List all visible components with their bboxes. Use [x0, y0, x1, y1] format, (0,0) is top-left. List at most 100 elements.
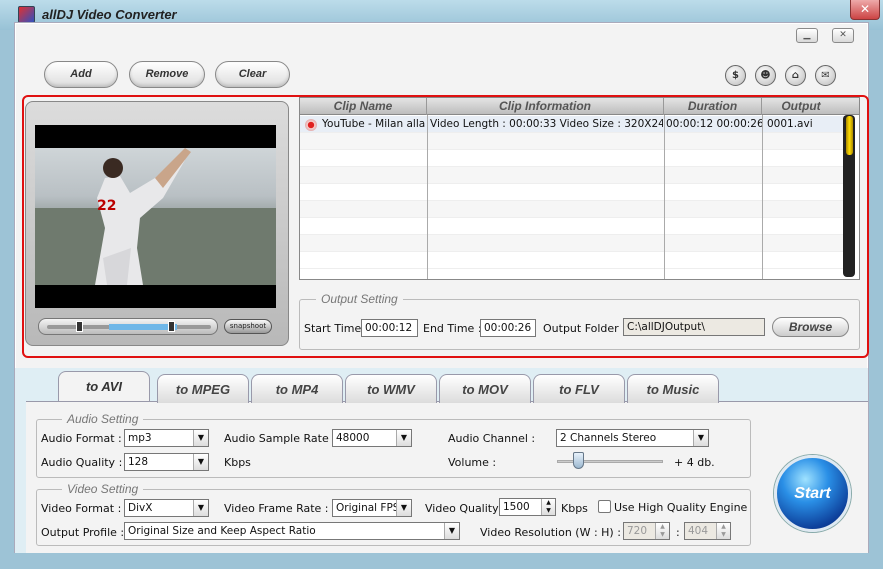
tab-to-mp4[interactable]: to MP4 — [251, 374, 343, 403]
header-clip-information[interactable]: Clip Information — [427, 98, 664, 115]
header-output[interactable]: Output — [762, 98, 840, 115]
snapshot-button[interactable]: snapshoot — [224, 319, 272, 334]
output-cell: 0001.avi — [767, 118, 813, 130]
video-quality-input[interactable]: 1500 ▲ ▼ — [499, 498, 556, 516]
add-button[interactable]: Add — [44, 61, 118, 88]
volume-value: + 4 db. — [674, 456, 715, 469]
video-frame-rate-label: Video Frame Rate : — [224, 502, 329, 515]
video-quality-label: Video Quality : — [425, 502, 506, 515]
column-divider — [762, 115, 763, 279]
start-button[interactable]: Start — [774, 455, 851, 532]
tab-to-flv[interactable]: to FLV — [533, 374, 625, 403]
audio-quality-label: Audio Quality : — [41, 456, 123, 469]
high-quality-checkbox[interactable] — [598, 500, 611, 513]
duration-cell: 00:00:12 00:00:26 — [666, 118, 762, 130]
table-row[interactable] — [300, 235, 845, 252]
video-frame: 22 — [35, 148, 276, 285]
scrollbar-thumb[interactable] — [846, 116, 853, 155]
player-figure: 22 — [35, 148, 276, 285]
column-divider — [664, 115, 665, 279]
audio-channel-select[interactable]: 2 Channels Stereo ▼ — [556, 429, 709, 447]
audio-sample-rate-select[interactable]: 48000 ▼ — [332, 429, 412, 447]
resolution-height-input[interactable]: 404 ▲ ▼ — [684, 522, 731, 540]
tab-to-music[interactable]: to Music — [627, 374, 719, 403]
video-kbps-label: Kbps — [561, 502, 588, 515]
video-preview[interactable]: 22 — [35, 125, 276, 308]
high-quality-label: Use High Quality Engine — [614, 501, 748, 514]
audio-setting-title: Audio Setting — [62, 412, 144, 426]
chevron-down-icon: ▼ — [193, 430, 208, 446]
seek-start-handle[interactable] — [75, 321, 83, 332]
table-row[interactable] — [300, 167, 845, 184]
end-time-label: End Time : — [423, 322, 482, 335]
app-logo-icon — [18, 6, 35, 23]
audio-sample-rate-value: 48000 — [336, 432, 370, 444]
video-format-label: Video Format : — [41, 502, 122, 515]
window-close-button[interactable]: ✕ — [850, 0, 880, 20]
table-row[interactable] — [300, 252, 845, 269]
browse-button[interactable]: Browse — [772, 317, 849, 337]
table-row[interactable] — [300, 133, 845, 150]
tab-to-mpeg[interactable]: to MPEG — [157, 374, 249, 403]
table-row[interactable] — [300, 184, 845, 201]
output-profile-select[interactable]: Original Size and Keep Aspect Ratio ▼ — [124, 522, 460, 540]
table-header: Clip Name Clip Information Duration Outp… — [300, 98, 859, 115]
home-icon[interactable]: ⌂ — [785, 65, 806, 86]
audio-channel-label: Audio Channel : — [448, 432, 536, 445]
audio-format-select[interactable]: mp3 ▼ — [124, 429, 209, 447]
chevron-down-icon: ▼ — [693, 430, 708, 446]
audio-format-value: mp3 — [128, 432, 152, 444]
seek-bar[interactable] — [38, 318, 218, 335]
resolution-separator: : — [676, 526, 680, 539]
tab-to-avi[interactable]: to AVI — [58, 371, 150, 401]
audio-kbps-label: Kbps — [224, 456, 251, 469]
start-time-input[interactable]: 00:00:12 — [361, 319, 418, 337]
volume-label: Volume : — [448, 456, 497, 469]
audio-sample-rate-label: Audio Sample Rate : — [224, 432, 336, 445]
spinner-icon[interactable]: ▲ ▼ — [716, 523, 730, 539]
chevron-down-icon: ▼ — [396, 500, 411, 516]
video-format-select[interactable]: DivX ▼ — [124, 499, 209, 517]
clip-table[interactable]: Clip Name Clip Information Duration Outp… — [299, 97, 860, 280]
video-frame-rate-value: Original FPS — [336, 502, 400, 514]
chevron-down-icon: ▼ — [444, 523, 459, 539]
video-resolution-label: Video Resolution (W : H) : — [480, 526, 621, 539]
dollar-icon[interactable]: $ — [725, 65, 746, 86]
table-row[interactable] — [300, 218, 845, 235]
header-clip-name[interactable]: Clip Name — [300, 98, 427, 115]
chevron-down-icon: ▼ — [193, 454, 208, 470]
spinner-icon[interactable]: ▲ ▼ — [655, 523, 669, 539]
video-format-value: DivX — [128, 502, 153, 514]
resolution-height-value: 404 — [688, 525, 709, 537]
header-duration[interactable]: Duration — [664, 98, 762, 115]
tab-to-wmv[interactable]: to WMV — [345, 374, 437, 403]
video-frame-rate-select[interactable]: Original FPS ▼ — [332, 499, 412, 517]
resolution-width-input[interactable]: 720 ▲ ▼ — [623, 522, 670, 540]
chevron-down-icon: ▼ — [193, 500, 208, 516]
output-folder-input[interactable]: C:\allDJOutput\ — [623, 318, 765, 336]
minimize-button[interactable]: ▁ — [796, 28, 818, 43]
user-icon[interactable]: ☻ — [755, 65, 776, 86]
clear-button[interactable]: Clear — [215, 61, 290, 88]
volume-slider-thumb[interactable] — [573, 452, 584, 469]
tab-to-mov[interactable]: to MOV — [439, 374, 531, 403]
mail-icon[interactable]: ✉ — [815, 65, 836, 86]
minimize-icon: ▁ — [803, 30, 811, 40]
close-button[interactable]: ✕ — [832, 28, 854, 43]
end-time-input[interactable]: 00:00:26 — [480, 319, 536, 337]
video-setting-title: Video Setting — [62, 482, 144, 496]
table-row[interactable]: YouTube - Milan alla t Video Length : 00… — [300, 116, 845, 133]
table-row[interactable] — [300, 150, 845, 167]
resolution-width-value: 720 — [627, 525, 648, 537]
output-folder-label: Output Folder : — [543, 322, 626, 335]
seek-end-handle[interactable] — [167, 321, 175, 332]
remove-button[interactable]: Remove — [129, 61, 205, 88]
column-divider — [427, 115, 428, 279]
output-setting-title: Output Setting — [316, 292, 403, 306]
start-time-label: Start Time : — [304, 322, 369, 335]
svg-text:22: 22 — [97, 198, 116, 214]
audio-quality-select[interactable]: 128 ▼ — [124, 453, 209, 471]
audio-quality-value: 128 — [128, 456, 149, 468]
table-row[interactable] — [300, 201, 845, 218]
spinner-icon[interactable]: ▲ ▼ — [541, 499, 555, 515]
